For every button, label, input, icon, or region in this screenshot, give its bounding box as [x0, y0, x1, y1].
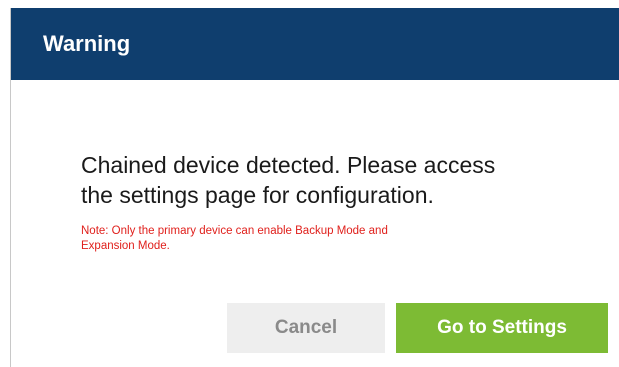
warning-dialog: Warning Chained device detected. Please …: [10, 8, 619, 367]
dialog-title: Warning: [43, 31, 131, 56]
go-to-settings-button[interactable]: Go to Settings: [396, 303, 608, 353]
dialog-note-line-2: Expansion Mode.: [81, 240, 170, 252]
dialog-message-line-2: the settings page for configuration.: [81, 182, 434, 208]
dialog-note: Note: Only the primary device can enable…: [81, 224, 511, 254]
dialog-message-line-1: Chained device detected. Please access: [81, 152, 496, 178]
dialog-message: Chained device detected. Please access t…: [81, 150, 601, 210]
dialog-header: Warning: [11, 8, 619, 80]
dialog-note-line-1: Note: Only the primary device can enable…: [81, 225, 388, 237]
dialog-body: Chained device detected. Please access t…: [81, 150, 601, 254]
cancel-button[interactable]: Cancel: [227, 303, 385, 353]
